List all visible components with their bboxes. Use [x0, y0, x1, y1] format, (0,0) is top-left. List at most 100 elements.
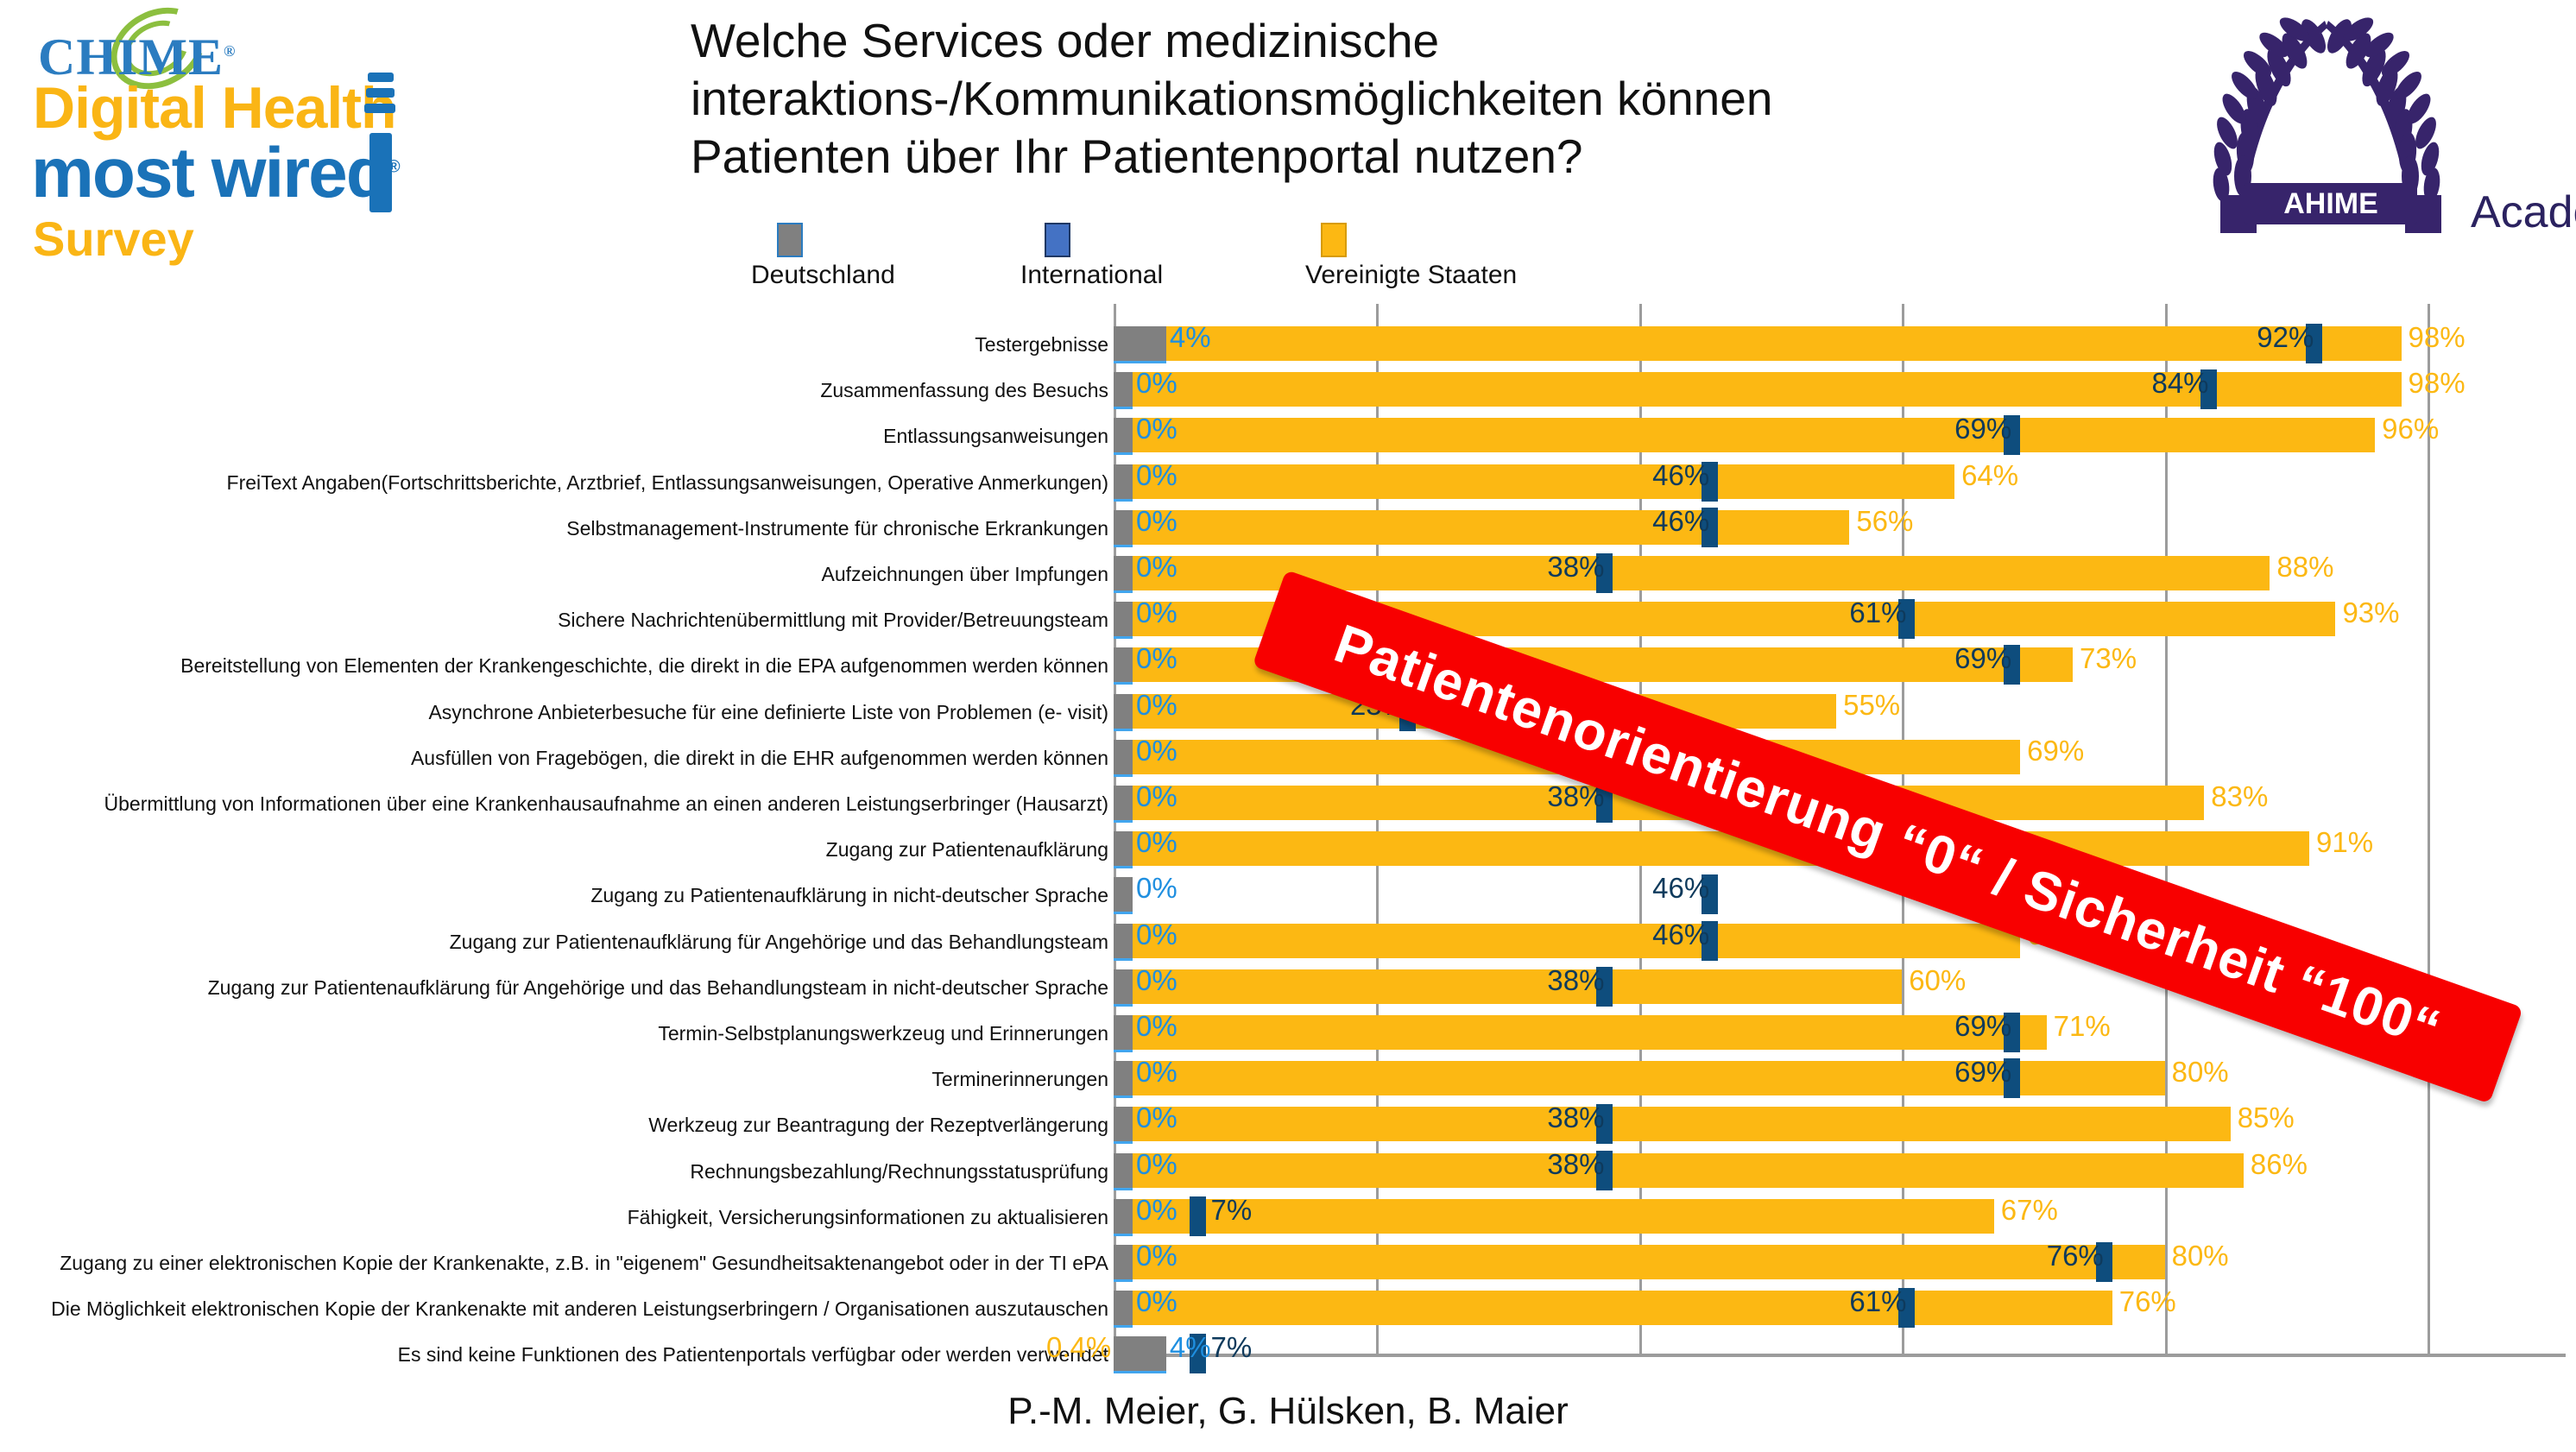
bar-vereinigte-staaten[interactable]	[1114, 1152, 2244, 1188]
chart-row: Die Möglichkeit elektronischen Kopie der…	[0, 1285, 2576, 1329]
value-label-international: 38%	[1547, 1102, 1605, 1134]
bar-vereinigte-staaten[interactable]	[1114, 831, 2310, 867]
bar-vereinigte-staaten[interactable]	[1114, 1291, 2112, 1326]
bar-deutschland[interactable]	[1114, 647, 1133, 685]
chart-row: Werkzeug zur Beantragung der Rezeptverlä…	[0, 1102, 2576, 1145]
legend-swatch-vereinigte-staaten	[1321, 223, 1347, 257]
value-label-deutschland: 0%	[1136, 872, 1178, 905]
value-label-international: 38%	[1547, 551, 1605, 583]
bar-deutschland[interactable]	[1114, 1245, 1133, 1282]
bar-deutschland[interactable]	[1114, 1291, 1133, 1329]
value-label-vereinigte-staaten: 96%	[2382, 413, 2440, 445]
bar-deutschland[interactable]	[1114, 786, 1133, 823]
chart-row: Fähigkeit, Versicherungsinformationen zu…	[0, 1193, 2576, 1237]
value-label-deutschland: 0%	[1136, 597, 1178, 629]
bar-deutschland[interactable]	[1114, 602, 1133, 640]
bar-deutschland[interactable]	[1114, 1061, 1133, 1099]
bar-deutschland[interactable]	[1114, 969, 1133, 1007]
bar-deutschland[interactable]	[1114, 418, 1133, 456]
bar-deutschland[interactable]	[1114, 877, 1133, 915]
page-title: Welche Services oder medizinische intera…	[691, 14, 1773, 184]
bar-deutschland[interactable]	[1114, 372, 1133, 410]
category-label: Sichere Nachrichtenübermittlung mit Prov…	[558, 609, 1108, 632]
value-label-deutschland: 0%	[1136, 918, 1178, 950]
chart-row: Ausfüllen von Fragebögen, die direkt in …	[0, 735, 2576, 778]
bar-vereinigte-staaten[interactable]	[1114, 418, 2376, 453]
bar-deutschland[interactable]	[1114, 1015, 1133, 1052]
value-label-international: 92%	[2257, 321, 2314, 353]
value-label-international: 69%	[1954, 1010, 2012, 1042]
value-label-vereinigte-staaten: 55%	[1843, 688, 1901, 721]
chart-row: Selbstmanagement-Instrumente für chronis…	[0, 504, 2576, 548]
bar-deutschland[interactable]	[1114, 923, 1133, 961]
category-label: Übermittlung von Informationen über eine…	[104, 792, 1109, 815]
chime-logo: CHIME® Digital Health most wired® Survey	[16, 0, 413, 273]
bar-vereinigte-staaten[interactable]	[1114, 1107, 2231, 1142]
legend-item-vereinigte-staaten[interactable]: Vereinigte Staaten	[1305, 223, 1517, 290]
chart-row: Terminerinnerungen 80% 0% 69%	[0, 1056, 2576, 1099]
value-label-vereinigte-staaten: 88%	[2276, 551, 2334, 583]
bar-deutschland[interactable]	[1114, 326, 1166, 363]
legend-item-international[interactable]: International	[1020, 223, 1163, 290]
category-label: Rechnungsbezahlung/Rechnungsstatusprüfun…	[690, 1159, 1108, 1183]
value-label-vereinigte-staaten: 98%	[2408, 321, 2466, 353]
chart-row: Termin-Selbstplanungswerkzeug und Erinne…	[0, 1010, 2576, 1053]
value-label-vereinigte-staaten: 85%	[2237, 1102, 2295, 1134]
value-label-deutschland: 0%	[1136, 963, 1178, 996]
ahime-ribbon-label: AHIME	[2245, 183, 2417, 224]
chart-row: Rechnungsbezahlung/Rechnungsstatusprüfun…	[0, 1148, 2576, 1191]
bar-vereinigte-staaten[interactable]	[1114, 509, 1850, 545]
value-label-vereinigte-staaten: 73%	[2080, 642, 2137, 675]
value-label-vereinigte-staaten: 80%	[2171, 1056, 2229, 1089]
category-label: Asynchrone Anbieterbesuche für eine defi…	[428, 700, 1108, 723]
category-label: Testergebnisse	[975, 333, 1108, 356]
value-label-vereinigte-staaten: 80%	[2171, 1240, 2229, 1272]
bar-vereinigte-staaten[interactable]	[1114, 464, 1955, 499]
value-label-vereinigte-staaten: 91%	[2316, 826, 2374, 859]
bar-vereinigte-staaten[interactable]	[1114, 1015, 2047, 1050]
bar-deutschland[interactable]	[1114, 556, 1133, 593]
bar-deutschland[interactable]	[1114, 1107, 1133, 1145]
chart-row: Entlassungsanweisungen 96% 0% 69%	[0, 413, 2576, 456]
academy-wordmark: Academy	[2471, 187, 2576, 237]
legend-swatch-deutschland	[777, 223, 803, 257]
value-label-vereinigte-staaten: 0.4%	[1046, 1331, 1112, 1364]
value-label-deutschland: 0%	[1136, 458, 1178, 491]
chart-row: Zusammenfassung des Besuchs 98% 0% 84%	[0, 367, 2576, 410]
bar-vereinigte-staaten[interactable]	[1114, 326, 2402, 361]
value-label-deutschland: 4%	[1169, 1331, 1211, 1364]
value-label-deutschland: 0%	[1136, 1193, 1178, 1226]
bar-deutschland[interactable]	[1114, 509, 1133, 547]
category-label: Zugang zu einer elektronischen Kopie der…	[60, 1252, 1108, 1274]
bar-deutschland[interactable]	[1114, 739, 1133, 777]
bar-deutschland[interactable]	[1114, 693, 1133, 731]
value-label-vereinigte-staaten: 64%	[1961, 458, 2019, 491]
value-label-deutschland: 0%	[1136, 1147, 1178, 1180]
value-label-international: 7%	[1210, 1331, 1253, 1364]
value-label-deutschland: 0%	[1136, 1102, 1178, 1134]
bar-deutschland[interactable]	[1114, 1152, 1133, 1190]
value-label-international: 46%	[1652, 872, 1710, 905]
bar-deutschland[interactable]	[1114, 464, 1133, 502]
bar-vereinigte-staaten[interactable]	[1114, 969, 1903, 1004]
category-label: Selbstmanagement-Instrumente für chronis…	[566, 516, 1108, 540]
bar-deutschland[interactable]	[1114, 1336, 1166, 1374]
category-label: Termin-Selbstplanungswerkzeug und Erinne…	[658, 1022, 1108, 1045]
bar-vereinigte-staaten[interactable]	[1114, 1245, 2165, 1279]
category-label: Die Möglichkeit elektronischen Kopie der…	[51, 1297, 1108, 1321]
value-label-deutschland: 0%	[1136, 367, 1178, 400]
bar-international[interactable]	[1189, 1196, 1206, 1236]
category-label: Zugang zu Patientenaufklärung in nicht-d…	[590, 884, 1108, 907]
chart-row: Es sind keine Funktionen des Patientenpo…	[0, 1331, 2576, 1374]
value-label-international: 38%	[1547, 963, 1605, 996]
value-label-vereinigte-staaten: 86%	[2250, 1147, 2308, 1180]
bar-chart: Testergebnisse 98% 4% 92% Zusammenfassung de…	[0, 304, 2576, 1374]
value-label-vereinigte-staaten: 71%	[2053, 1010, 2111, 1042]
legend-label-international: International	[1020, 261, 1164, 289]
legend-item-deutschland[interactable]: Deutschland	[751, 223, 895, 290]
bar-vereinigte-staaten[interactable]	[1114, 923, 2021, 958]
value-label-international: 61%	[1849, 597, 1907, 629]
bar-deutschland[interactable]	[1114, 831, 1133, 869]
bar-deutschland[interactable]	[1114, 1198, 1133, 1236]
value-label-international: 46%	[1652, 504, 1710, 537]
